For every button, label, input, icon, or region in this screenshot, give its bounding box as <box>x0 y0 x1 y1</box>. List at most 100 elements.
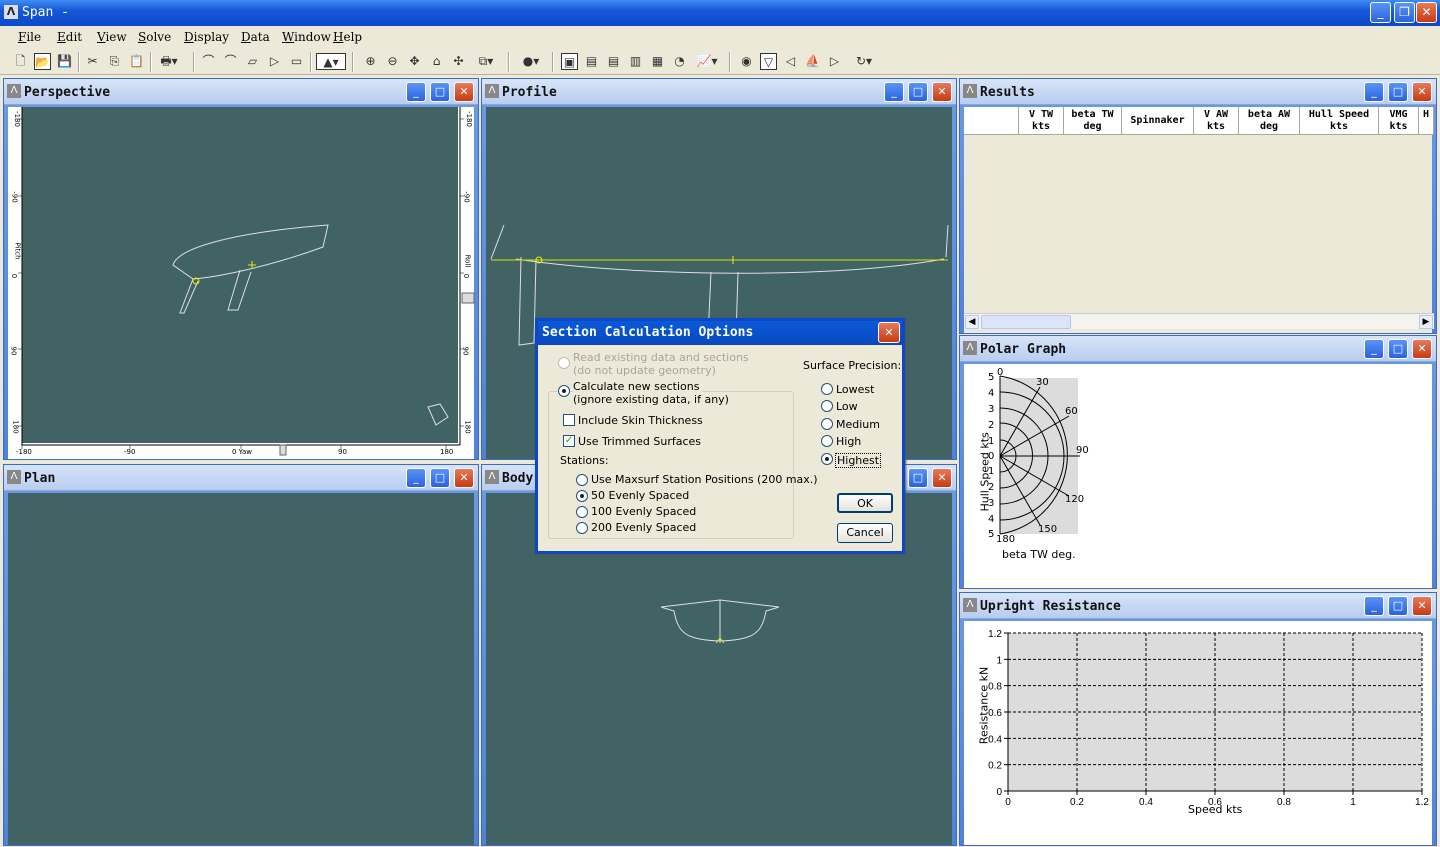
scroll-left-icon[interactable]: ◀ <box>965 315 979 329</box>
section-calculation-dialog[interactable]: Section Calculation Options ✕ Read exist… <box>535 318 905 554</box>
profile-window-icon[interactable]: ▤ <box>583 53 600 70</box>
print-icon[interactable]: 🖶▾ <box>156 53 182 70</box>
perspective-window[interactable]: Λ Perspective _ □ ✕ -180 -90 0 Pitch 90 180… <box>3 78 479 460</box>
close-icon[interactable]: ✕ <box>454 468 474 488</box>
maximize-icon[interactable]: □ <box>908 468 928 488</box>
zoom-out-icon[interactable]: ⊖ <box>384 53 401 70</box>
layers-icon[interactable]: ⧉▾ <box>472 53 500 70</box>
upright-resistance-window[interactable]: Λ Upright Resistance _ □ ✕ 0 0.2 0.4 0.6 0.8 1 1.… <box>959 592 1437 846</box>
menu-view[interactable]: View <box>97 30 127 44</box>
maximize-icon[interactable]: □ <box>1388 82 1408 102</box>
minimize-icon[interactable]: _ <box>406 82 426 102</box>
radio-station-50[interactable] <box>576 490 588 502</box>
plan-window[interactable]: Λ Plan _ □ ✕ <box>3 464 479 846</box>
perspective-view[interactable]: -180 -90 0 Pitch 90 180 -180 -90 0 Roll … <box>8 107 475 459</box>
radio-precision-low[interactable] <box>821 400 833 412</box>
radio-station-100[interactable] <box>576 506 588 518</box>
column-header[interactable]: beta AW deg <box>1239 107 1300 135</box>
radio-read-existing[interactable] <box>558 357 570 369</box>
zoom-in-icon[interactable]: ⊕ <box>362 53 379 70</box>
menu-help[interactable]: Help <box>333 30 362 44</box>
minimize-icon[interactable]: _ <box>1364 339 1384 359</box>
copy-icon[interactable]: ⎘ <box>106 53 123 70</box>
home-view-icon[interactable]: ⌂ <box>428 53 445 70</box>
maximize-icon[interactable]: □ <box>908 82 928 102</box>
minimize-icon[interactable]: _ <box>1364 596 1384 616</box>
menu-edit[interactable]: Edit <box>57 30 82 44</box>
dialog-title-bar[interactable]: Section Calculation Options ✕ <box>538 321 902 345</box>
close-icon[interactable]: ✕ <box>1416 2 1437 23</box>
minimize-icon[interactable]: _ <box>1364 82 1384 102</box>
scroll-thumb[interactable] <box>981 315 1071 329</box>
radio-precision-medium[interactable] <box>821 418 833 430</box>
results-window[interactable]: Λ Results _ □ ✕ V TW kts beta TW deg Spinna… <box>959 78 1437 334</box>
radio-precision-high[interactable] <box>821 435 833 447</box>
column-header[interactable]: Hull Speed kts <box>1300 107 1379 135</box>
minimize-icon[interactable]: _ <box>406 468 426 488</box>
new-file-icon[interactable]: 🗋 <box>12 53 29 70</box>
close-icon[interactable]: ✕ <box>932 468 952 488</box>
maximize-icon[interactable]: □ <box>1388 339 1408 359</box>
radio-calculate-new[interactable] <box>558 385 570 397</box>
save-icon[interactable]: 💾 <box>56 53 73 70</box>
pan-icon[interactable]: ✥ <box>406 53 423 70</box>
polar-graph-icon[interactable]: ◔ <box>671 53 688 70</box>
open-file-icon[interactable]: 📂 <box>34 53 51 70</box>
horizontal-scrollbar[interactable]: ◀ ▶ <box>964 313 1434 329</box>
radio-station-maxsurf[interactable] <box>576 474 588 486</box>
close-icon[interactable]: ✕ <box>454 82 474 102</box>
radio-precision-lowest[interactable] <box>821 383 833 395</box>
polar-graph-window[interactable]: Λ Polar Graph _ □ ✕ Hull Speed kts beta TW … <box>959 335 1437 589</box>
column-header[interactable]: VMG kts <box>1379 107 1419 135</box>
body-window-icon[interactable]: ▥ <box>627 53 644 70</box>
menu-data[interactable]: Data <box>241 30 270 44</box>
hull-view-2-icon[interactable]: ⌒ <box>222 53 239 70</box>
rotate-icon[interactable]: ✣ <box>450 53 467 70</box>
column-header[interactable]: V TW kts <box>1019 107 1064 135</box>
maximize-icon[interactable]: □ <box>430 468 450 488</box>
wind-icon[interactable]: ↻▾ <box>850 53 878 70</box>
scroll-right-icon[interactable]: ▶ <box>1419 315 1433 329</box>
plan-window-icon[interactable]: ▤ <box>605 53 622 70</box>
close-icon[interactable]: ✕ <box>878 322 900 343</box>
globe-icon[interactable]: ◉ <box>738 53 755 70</box>
maximize-icon[interactable]: □ <box>430 82 450 102</box>
results-table[interactable]: V TW kts beta TW deg Spinnaker V AW kts … <box>964 107 1434 333</box>
use-trimmed-surfaces-checkbox[interactable]: ✓ <box>563 435 575 447</box>
minimize-icon[interactable]: _ <box>884 82 904 102</box>
minimize-icon[interactable]: _ <box>1370 2 1391 23</box>
hull-view-1-icon[interactable]: ⌒ <box>200 53 217 70</box>
resistance-graph-icon[interactable]: 📈▾ <box>693 53 721 70</box>
restore-icon[interactable]: ❐ <box>1394 2 1415 23</box>
include-skin-thickness-checkbox[interactable] <box>563 414 575 426</box>
menu-file[interactable]: File <box>18 30 41 44</box>
column-header[interactable] <box>964 107 1019 135</box>
paste-icon[interactable]: 📋 <box>128 53 145 70</box>
column-header[interactable]: V AW kts <box>1194 107 1239 135</box>
column-header[interactable]: Spinnaker <box>1122 107 1194 135</box>
sail-icon[interactable]: ▲▾ <box>316 53 346 70</box>
ok-button[interactable]: OK <box>837 493 893 513</box>
menu-solve[interactable]: Solve <box>138 30 171 44</box>
radio-station-200[interactable] <box>576 522 588 534</box>
next-icon[interactable]: ▷ <box>826 53 843 70</box>
first-icon[interactable]: ◁ <box>782 53 799 70</box>
hull-view-4-icon[interactable]: ▷ <box>266 53 283 70</box>
hull-view-3-icon[interactable]: ▱ <box>244 53 261 70</box>
close-icon[interactable]: ✕ <box>1412 82 1432 102</box>
render-icon[interactable]: ●▾ <box>516 53 546 70</box>
column-header[interactable]: H <box>1419 107 1434 135</box>
menu-display[interactable]: Display <box>184 30 229 44</box>
hull-view-5-icon[interactable]: ▭ <box>288 53 305 70</box>
menu-window[interactable]: Window <box>282 30 331 44</box>
cancel-button[interactable]: Cancel <box>837 523 893 543</box>
maximize-icon[interactable]: □ <box>1388 596 1408 616</box>
cut-icon[interactable]: ✂ <box>84 53 101 70</box>
sailboat-icon[interactable]: ⛵ <box>804 53 821 70</box>
perspective-window-icon[interactable]: ▣ <box>561 53 578 70</box>
filter-icon[interactable]: ▽ <box>760 53 777 70</box>
column-header[interactable]: beta TW deg <box>1064 107 1122 135</box>
plan-view[interactable] <box>8 493 474 845</box>
radio-precision-highest[interactable] <box>821 453 833 465</box>
close-icon[interactable]: ✕ <box>932 82 952 102</box>
